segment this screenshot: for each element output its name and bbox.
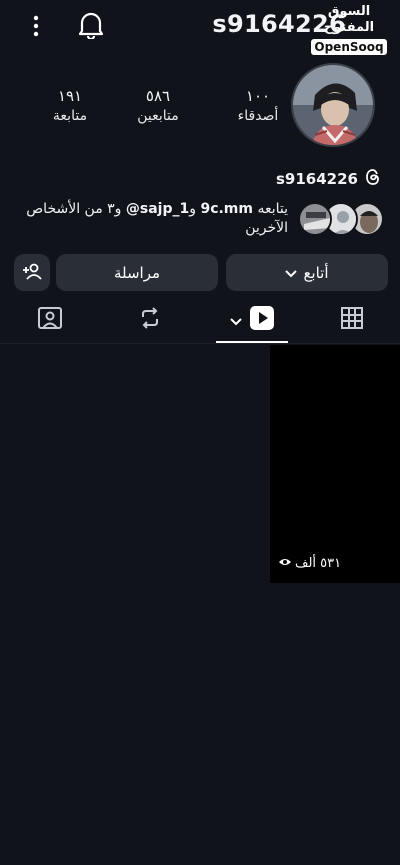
stat-followers-label: متابعين xyxy=(137,108,179,124)
mutual-user-2[interactable]: @sajp_1 xyxy=(126,201,189,217)
reels-play-icon xyxy=(250,306,274,334)
add-person-icon xyxy=(22,262,42,284)
chevron-down-icon xyxy=(230,311,242,330)
tabs-divider xyxy=(0,343,400,344)
followed-by-joiner: و xyxy=(189,201,196,217)
opensooq-watermark: السوق المفتوح OpenSooq xyxy=(302,4,396,55)
eye-icon xyxy=(278,556,292,571)
view-count: ٥٣١ ألف xyxy=(278,556,341,571)
tab-grid[interactable] xyxy=(322,300,382,340)
stat-following[interactable]: ١٩١ متابعة xyxy=(30,86,110,126)
tab-reels[interactable] xyxy=(222,300,282,340)
followed-by-prefix: يتابعه xyxy=(257,201,288,217)
stat-followers[interactable]: ٥٨٦ متابعين xyxy=(118,86,198,126)
stat-friends[interactable]: ١٠٠ أصدقاء xyxy=(218,86,298,126)
threads-handle-link[interactable]: s9164226 xyxy=(276,168,382,190)
stat-following-label: متابعة xyxy=(52,108,88,124)
profile-handle: s9164226 xyxy=(276,170,358,188)
view-count-text: ٥٣١ ألف xyxy=(295,556,342,571)
tab-reposts[interactable] xyxy=(120,300,180,340)
chevron-down-icon xyxy=(285,264,298,282)
watermark-brand: OpenSooq xyxy=(311,39,387,55)
profile-avatar[interactable] xyxy=(291,63,375,147)
follow-button[interactable]: أتابع xyxy=(226,254,388,291)
repost-icon xyxy=(139,307,161,333)
mutual-avatar xyxy=(298,202,332,236)
mutual-user-2-name: sajp_1 xyxy=(139,201,190,217)
threads-small-icon: @ xyxy=(125,201,140,217)
watermark-arabic: السوق المفتوح xyxy=(323,4,375,35)
stat-following-count: ١٩١ xyxy=(57,87,83,105)
tagged-person-icon xyxy=(38,306,62,334)
followed-by-text[interactable]: يتابعه 9c.mm و@sajp_1 و٣ من الأشخاص الآخ… xyxy=(8,200,288,238)
message-button-label: مراسلة xyxy=(113,263,161,282)
follow-button-label: أتابع xyxy=(303,263,329,282)
threads-icon xyxy=(364,168,382,190)
mutual-avatars[interactable] xyxy=(298,202,384,238)
stat-friends-count: ١٠٠ xyxy=(245,87,271,105)
add-friend-button[interactable] xyxy=(14,254,50,291)
tab-tagged[interactable] xyxy=(20,300,80,340)
mutual-user-1[interactable]: 9c.mm xyxy=(200,201,253,217)
message-button[interactable]: مراسلة xyxy=(56,254,218,291)
stat-friends-label: أصدقاء xyxy=(237,108,279,124)
video-thumbnail[interactable] xyxy=(270,345,400,583)
stat-followers-count: ٥٨٦ xyxy=(145,87,171,105)
notifications-bell-icon[interactable] xyxy=(76,10,106,40)
more-options-icon[interactable] xyxy=(22,12,50,40)
grid-icon xyxy=(341,307,363,333)
